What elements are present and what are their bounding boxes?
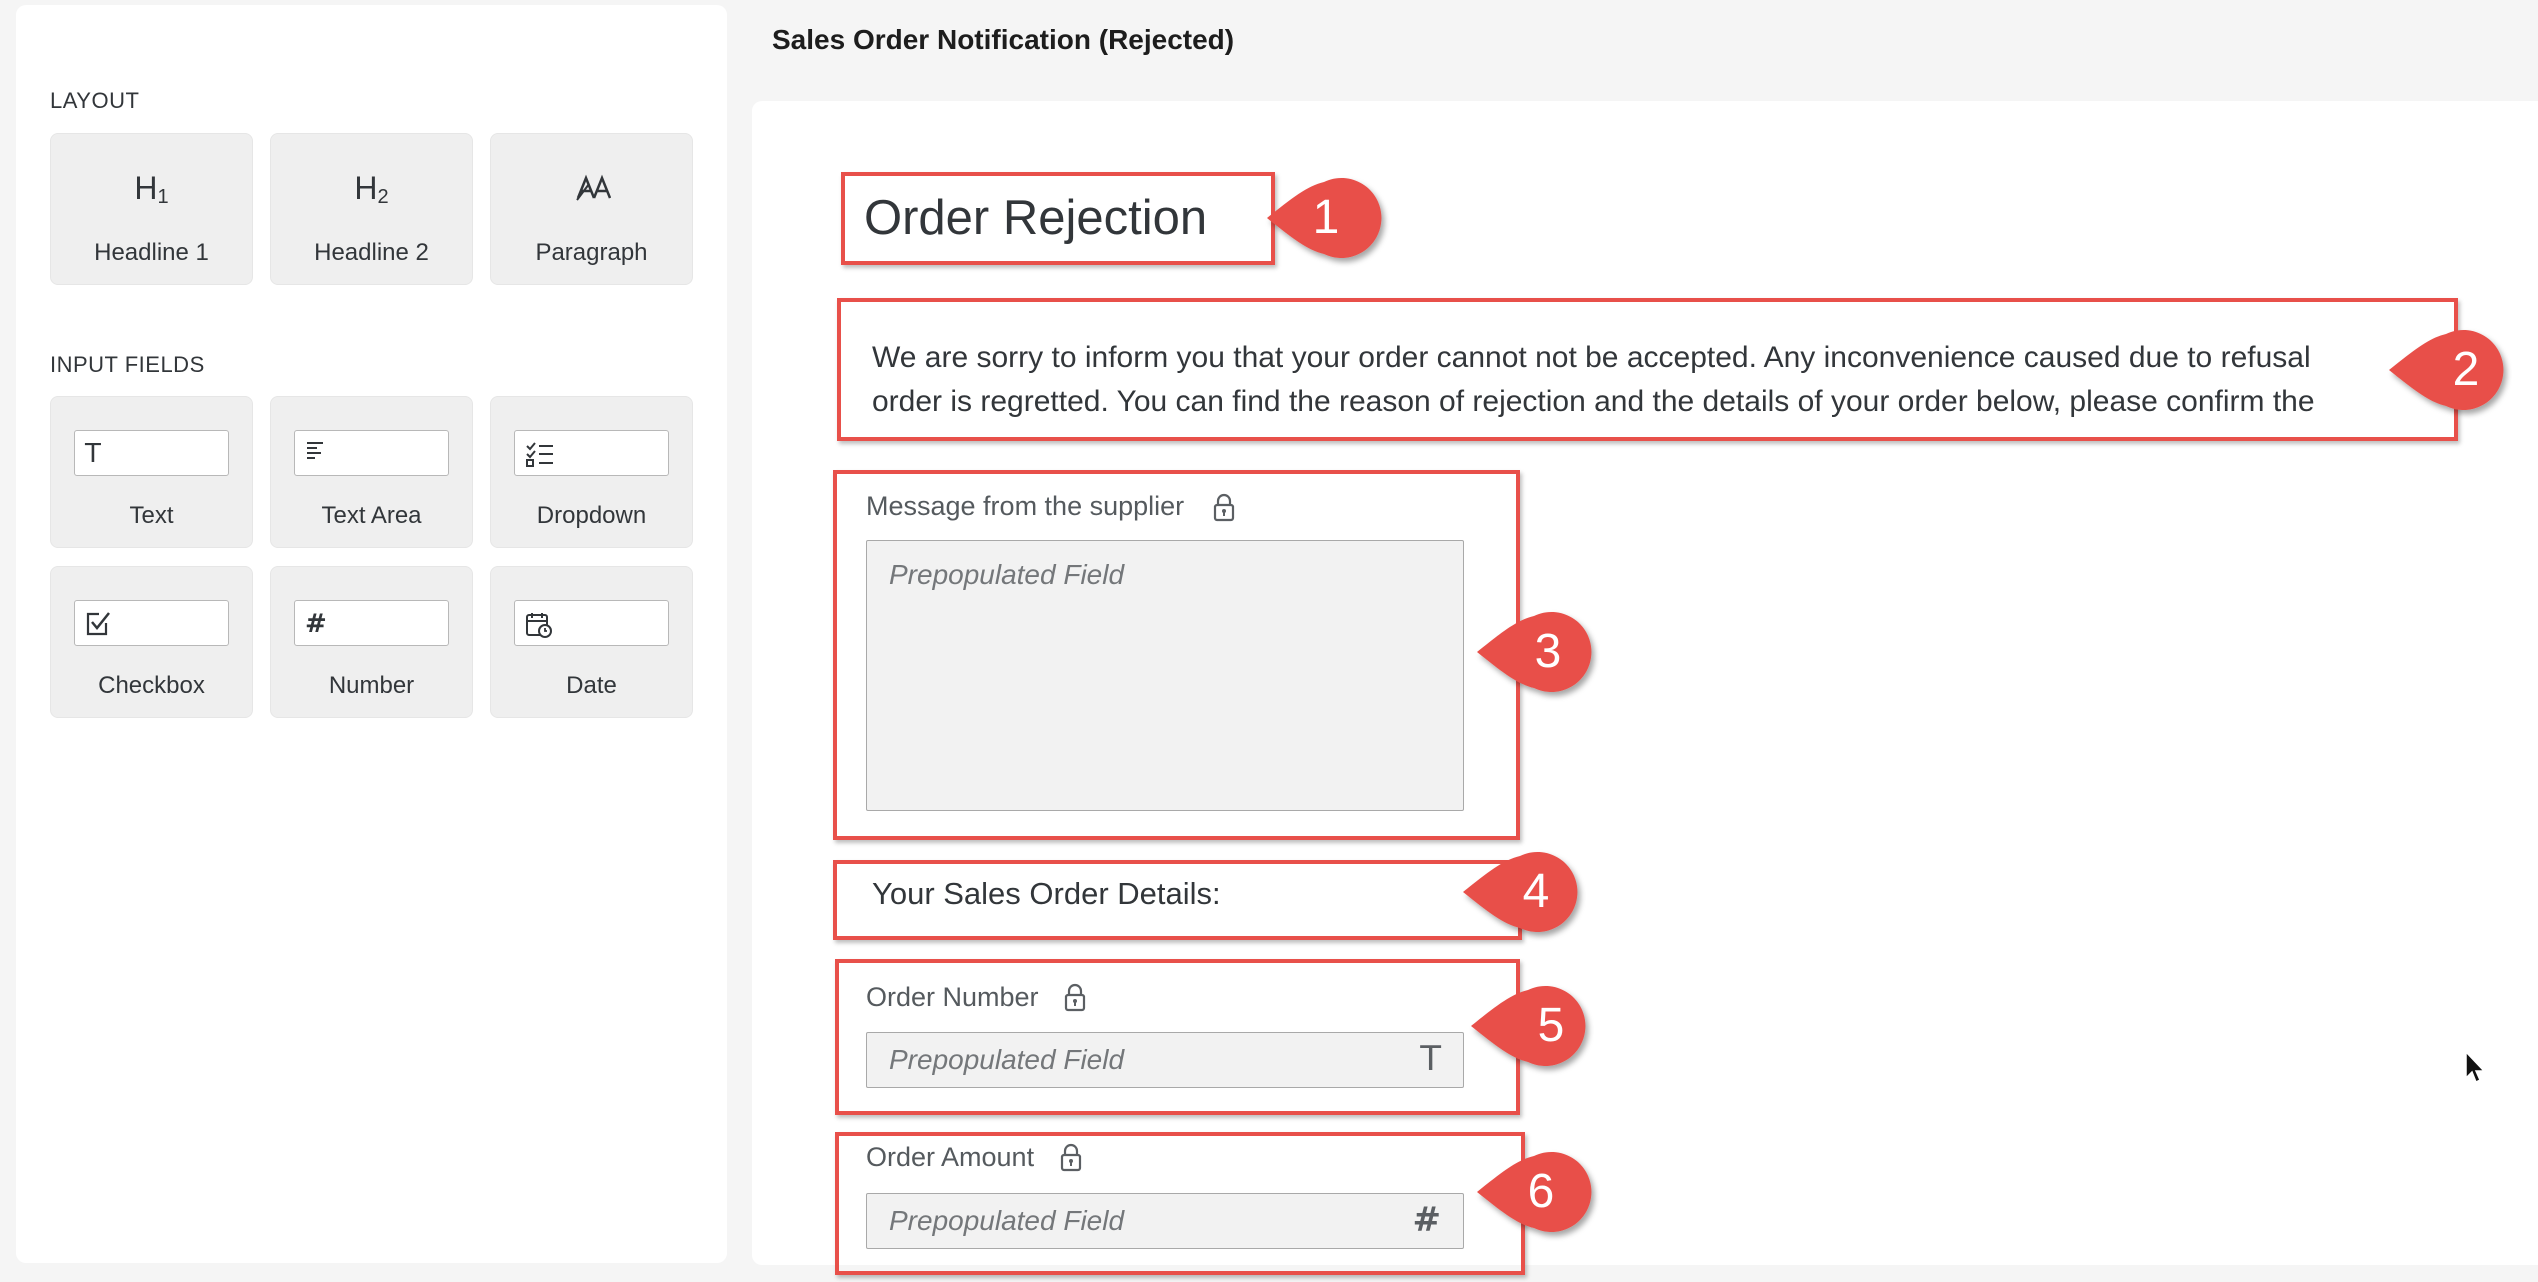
headline-1-label: Headline 1: [94, 239, 209, 266]
form-paragraph[interactable]: We are sorry to inform you that your ord…: [872, 336, 2452, 424]
headline-1-icon: H1: [134, 170, 169, 208]
date-tile[interactable]: Date: [490, 566, 693, 718]
order-number-label: Order Number: [866, 982, 1039, 1012]
dropdown-label: Dropdown: [536, 502, 647, 529]
input-fields-section-label: INPUT FIELDS: [50, 352, 205, 377]
number-tile[interactable]: # Number: [270, 566, 473, 718]
text-icon: T: [85, 439, 101, 469]
callout-number-3: 3: [1534, 625, 1562, 678]
checkbox-tile-preview: [74, 600, 229, 646]
order-number-placeholder: Prepopulated Field: [889, 1044, 1125, 1075]
paragraph-line-2: order is regretted. You can find the rea…: [872, 385, 2315, 418]
text-area-label: Text Area: [321, 502, 422, 529]
headline-1-tile[interactable]: H1 Headline 1: [50, 133, 253, 285]
checkbox-label: Checkbox: [98, 672, 205, 699]
text-tile-preview: T: [74, 430, 229, 476]
mouse-cursor-icon: [2465, 1050, 2486, 1084]
text-area-tile-preview: [294, 430, 449, 476]
headline-2-label: Headline 2: [314, 239, 429, 266]
number-icon: #: [305, 609, 327, 639]
message-placeholder: Prepopulated Field: [889, 559, 1125, 590]
lock-icon: [1060, 1143, 1082, 1172]
order-number-input[interactable]: Prepopulated Field T: [866, 1032, 1464, 1088]
calendar-icon: [526, 613, 552, 638]
callout-number-1: 1: [1312, 191, 1340, 244]
dropdown-tile-preview: [514, 430, 669, 476]
order-amount-input[interactable]: Prepopulated Field #: [866, 1193, 1464, 1249]
checkbox-icon: [86, 612, 110, 636]
text-type-icon: T: [1420, 1039, 1441, 1079]
paragraph-icon: [576, 174, 611, 201]
paragraph-label: Paragraph: [535, 239, 648, 266]
text-area-icon: [307, 442, 323, 459]
lock-icon: [1213, 493, 1235, 522]
headline-2-icon: H2: [354, 170, 389, 208]
page-title: Sales Order Notification (Rejected): [772, 24, 1235, 55]
dropdown-list-icon: [526, 442, 553, 467]
paragraph-line-1: We are sorry to inform you that your ord…: [872, 341, 2311, 374]
number-label: Number: [328, 672, 415, 699]
date-label: Date: [566, 672, 617, 699]
headline-2-tile[interactable]: H2 Headline 2: [270, 133, 473, 285]
callout-number-2: 2: [2452, 343, 2480, 396]
layout-section-label: LAYOUT: [50, 88, 140, 113]
order-amount-placeholder: Prepopulated Field: [889, 1205, 1125, 1236]
message-textarea[interactable]: Prepopulated Field: [866, 540, 1464, 811]
details-heading[interactable]: Your Sales Order Details:: [872, 876, 1221, 912]
form-headline[interactable]: Order Rejection: [864, 190, 1207, 246]
callout-number-5: 5: [1537, 999, 1565, 1052]
callout-number-6: 6: [1527, 1165, 1555, 1218]
text-label: Text: [129, 502, 174, 529]
paragraph-tile[interactable]: Paragraph: [490, 133, 693, 285]
text-tile[interactable]: T Text: [50, 396, 253, 548]
dropdown-tile[interactable]: Dropdown: [490, 396, 693, 548]
lock-icon: [1064, 983, 1086, 1012]
callout-number-4: 4: [1522, 865, 1550, 918]
date-tile-preview: [514, 600, 669, 646]
text-area-tile[interactable]: Text Area: [270, 396, 473, 548]
number-tile-preview: #: [294, 600, 449, 646]
checkbox-tile[interactable]: Checkbox: [50, 566, 253, 718]
number-type-icon: #: [1412, 1200, 1442, 1240]
message-label: Message from the supplier: [866, 491, 1185, 521]
order-amount-label: Order Amount: [866, 1142, 1035, 1172]
